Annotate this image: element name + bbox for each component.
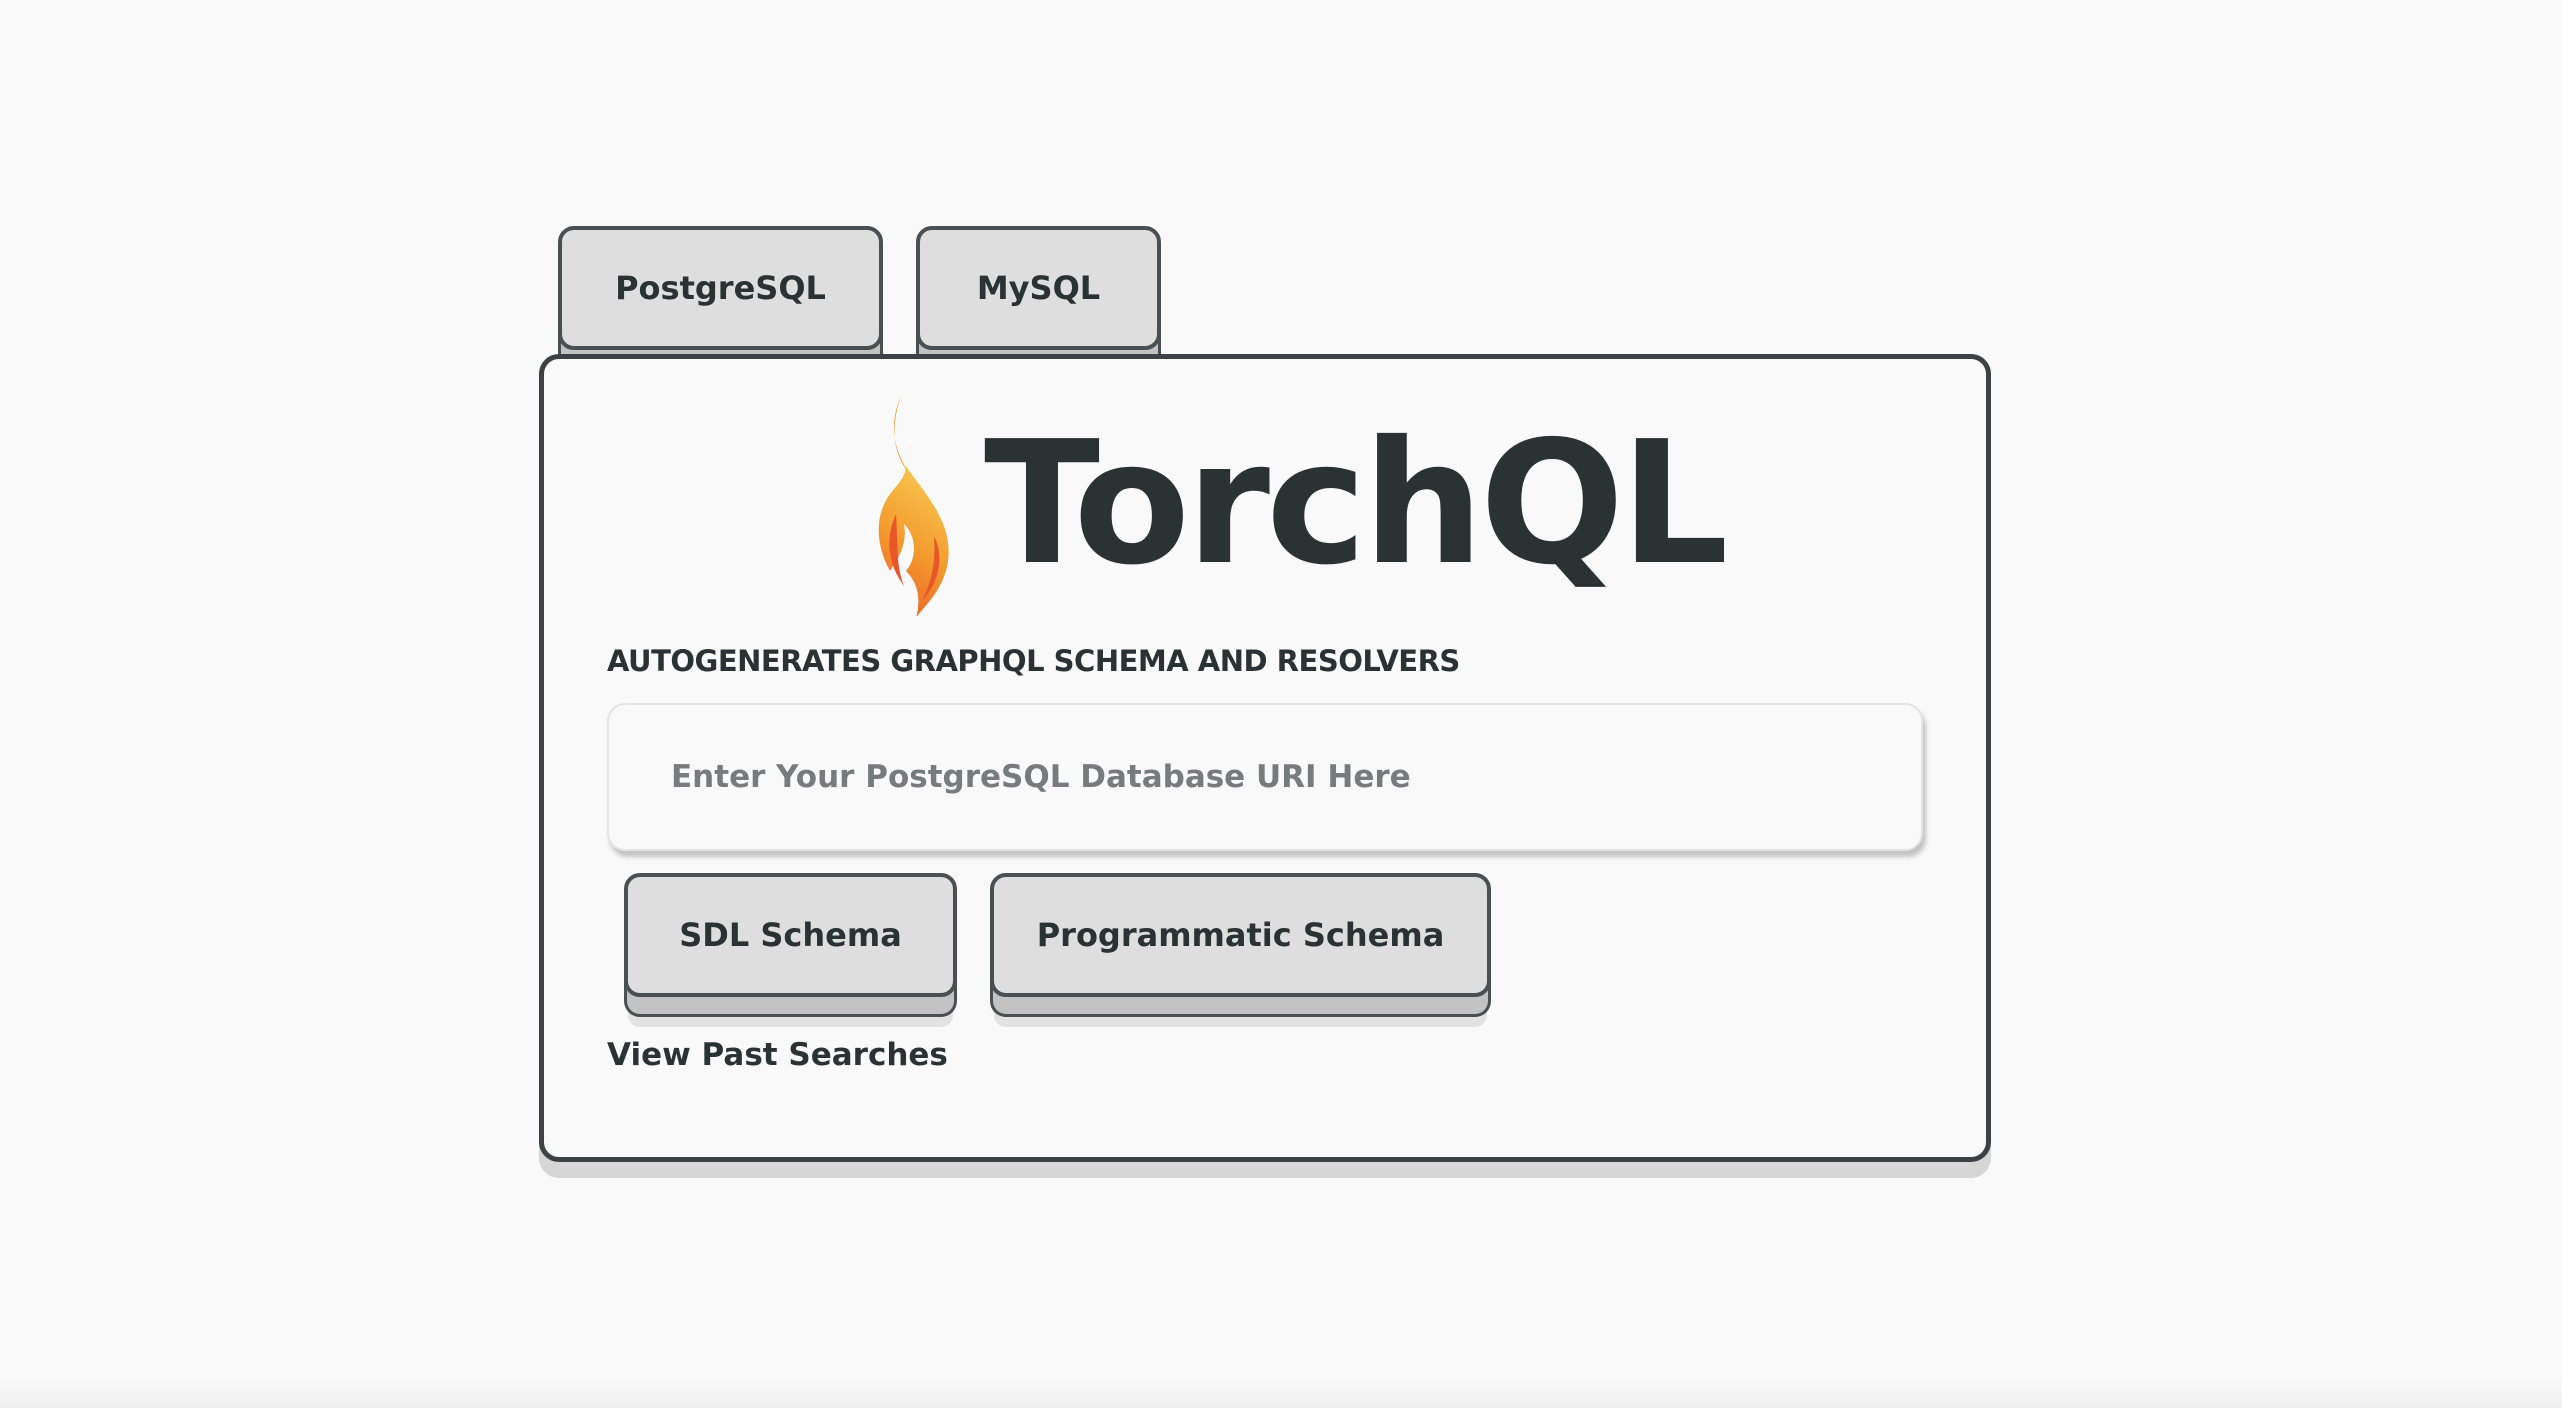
tab-mysql[interactable]: MySQL	[916, 226, 1161, 350]
view-past-searches-link[interactable]: View Past Searches	[607, 1037, 948, 1073]
brand-name: TorchQL	[984, 405, 1729, 603]
tagline: AUTOGENERATES GRAPHQL SCHEMA AND RESOLVE…	[607, 644, 1460, 678]
page-bottom-edge	[0, 1378, 2562, 1408]
tab-postgresql[interactable]: PostgreSQL	[558, 226, 883, 350]
flame-icon	[878, 396, 949, 616]
app-root: PostgreSQL MySQL TorchQL AUTOGENERATES G…	[0, 0, 2562, 1408]
sdl-schema-button[interactable]: SDL Schema	[624, 873, 957, 997]
database-uri-input[interactable]	[607, 703, 1923, 851]
brand-logo: TorchQL	[866, 396, 1729, 616]
programmatic-schema-button[interactable]: Programmatic Schema	[990, 873, 1491, 997]
